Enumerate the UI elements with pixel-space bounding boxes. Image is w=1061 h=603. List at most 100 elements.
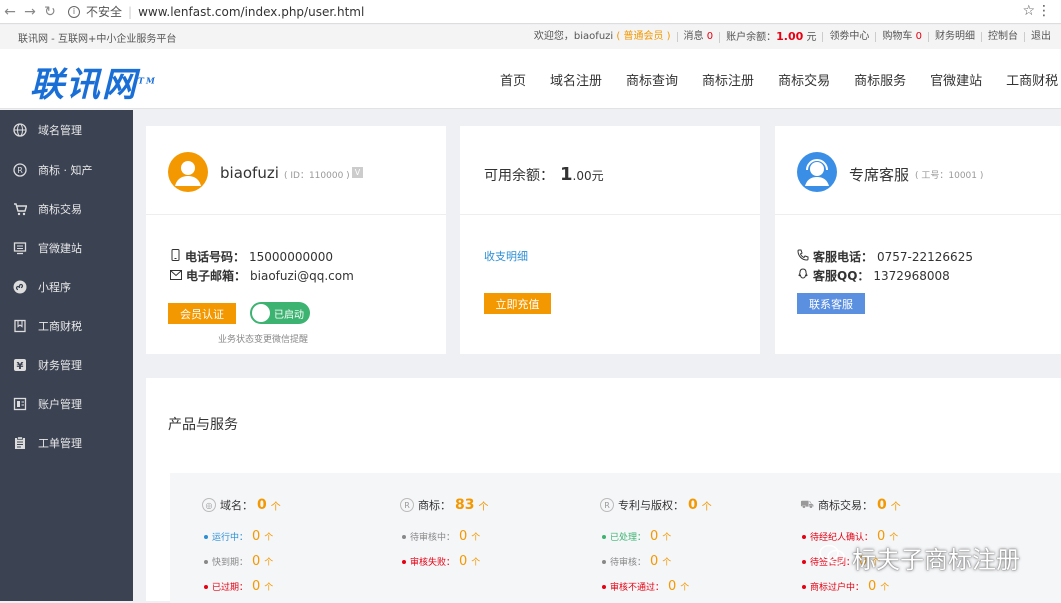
qq-icon — [797, 268, 809, 283]
cart-icon — [12, 201, 28, 217]
row-unit: 个 — [680, 583, 690, 593]
nav-trademark-search[interactable]: 商标查询 — [614, 70, 690, 89]
cart-icon: ⛟ — [800, 497, 814, 511]
user-links: 欢迎您，biaofuzi ( 普通会员 ) 消息 0 账户余额：1.00 元 领… — [528, 25, 1057, 49]
welcome-text: 欢迎您，biaofuzi ( 普通会员 ) — [528, 32, 677, 42]
product-count: 0 — [877, 497, 887, 513]
browser-menu-icon[interactable]: ⋮ — [1037, 3, 1051, 19]
address-bar[interactable]: i 不安全 | www.lenfast.com/index.php/user.h… — [68, 3, 364, 20]
sidebar-item-label: 小程序 — [38, 280, 71, 294]
site-logo[interactable]: 联讯网TM — [30, 57, 157, 106]
trademark-failed-row[interactable]: 审核失败： 0 个 — [402, 554, 480, 569]
logo-tm: TM — [138, 75, 157, 86]
card-divider — [146, 214, 446, 215]
wechat-notify-toggle[interactable]: 已启动 — [250, 302, 310, 324]
product-unit: 个 — [890, 501, 901, 513]
product-patents-header[interactable]: R 专利与版权： 0 个 — [600, 497, 712, 513]
console-link[interactable]: 控制台 — [981, 32, 1024, 42]
product-unit: 个 — [701, 501, 712, 513]
row-count: 0 — [459, 554, 468, 569]
user-card: biaofuzi ( ID：110000 ) V 电话号码： 1500000000… — [146, 126, 446, 354]
product-trade-header[interactable]: ⛟ 商标交易： 0 个 — [800, 497, 901, 513]
row-count: 0 — [650, 529, 659, 544]
nav-domain-register[interactable]: 域名注册 — [538, 70, 614, 89]
back-icon[interactable]: ← — [0, 4, 20, 20]
trade-transfer-row[interactable]: 商标过户中： 0 个 — [802, 579, 889, 594]
service-card: 专席客服 ( 工号：10001 ) 客服电话： 0757-22126625 客服Q… — [775, 126, 1061, 354]
cart-link[interactable]: 购物车 0 — [875, 32, 928, 42]
sidebar-item-label: 工商财税 — [38, 319, 82, 333]
domain-running-row[interactable]: 运行中： 0 个 — [204, 529, 273, 544]
balance-card: 可用余额： 1.00元 收支明细 立即充值 — [460, 126, 760, 354]
forward-icon[interactable]: → — [20, 4, 40, 20]
recharge-button[interactable]: 立即充值 — [484, 293, 551, 314]
nav-website-build[interactable]: 官微建站 — [918, 70, 994, 89]
status-dot — [802, 534, 806, 539]
phone-line: 电话号码： 15000000000 — [170, 248, 333, 265]
balance-int: 1 — [560, 164, 573, 185]
nav-trademark-register[interactable]: 商标注册 — [690, 70, 766, 89]
telephone-icon — [797, 249, 809, 264]
sidebar-item-business-tax[interactable]: 工商财税 — [0, 306, 133, 345]
monitor-icon — [12, 240, 28, 256]
trademark-pending-row[interactable]: 待审核中： 0 个 — [402, 529, 480, 544]
patent-processed-row[interactable]: 已处理： 0 个 — [602, 529, 671, 544]
patent-pending-row[interactable]: 待审核： 0 个 — [602, 554, 671, 569]
url-text[interactable]: www.lenfast.com/index.php/user.html — [138, 5, 364, 19]
svg-text:¥: ¥ — [17, 361, 24, 372]
bookmark-star-icon[interactable]: ☆ — [1022, 3, 1035, 19]
sidebar-item-domain[interactable]: 域名管理 — [0, 110, 133, 150]
contact-service-button[interactable]: 联系客服 — [797, 293, 865, 314]
member-verify-button[interactable]: 会员认证 — [168, 303, 236, 324]
nav-business-tax[interactable]: 工商财税 — [994, 70, 1061, 89]
user-id: ( ID：110000 ) — [284, 171, 350, 181]
product-label: 域名： — [220, 499, 253, 512]
registered-icon: R — [600, 498, 614, 512]
sidebar-item-trademark-trade[interactable]: 商标交易 — [0, 189, 133, 228]
sidebar-item-trademark-ip[interactable]: R 商标 · 知产 — [0, 150, 133, 189]
status-dot — [802, 559, 806, 564]
card-divider — [460, 214, 760, 215]
status-dot — [402, 534, 406, 539]
svg-text:R: R — [17, 166, 23, 175]
domain-expiring-row[interactable]: 快到期： 0 个 — [204, 554, 273, 569]
row-unit: 个 — [264, 583, 274, 593]
vip-badge: V — [352, 167, 363, 178]
sidebar-item-miniprogram[interactable]: 小程序 — [0, 267, 133, 306]
mail-icon — [170, 269, 182, 283]
address-divider: | — [128, 4, 133, 19]
sidebar-item-website[interactable]: 官微建站 — [0, 228, 133, 267]
row-count: 0 — [868, 579, 877, 594]
product-count: 0 — [257, 497, 267, 513]
sidebar-item-account[interactable]: 账户管理 — [0, 384, 133, 423]
service-phone-value: 0757-22126625 — [877, 249, 973, 264]
domain-expired-row[interactable]: 已过期： 0 个 — [204, 579, 273, 594]
row-count: 0 — [459, 529, 468, 544]
service-title: 专席客服 — [849, 166, 910, 184]
email-line: 电子邮箱： biaofuzi@qq.com — [170, 267, 354, 284]
sidebar-item-workorder[interactable]: 工单管理 — [0, 423, 133, 462]
logout-link[interactable]: 退出 — [1024, 32, 1057, 42]
sidebar-item-finance[interactable]: ¥ 财务管理 — [0, 345, 133, 384]
product-unit: 个 — [478, 501, 489, 513]
messages-link[interactable]: 消息 0 — [676, 32, 720, 42]
balance-link[interactable]: 账户余额：1.00 元 — [719, 31, 822, 43]
coupon-center-link[interactable]: 领劵中心 — [822, 32, 875, 42]
user-avatar — [168, 152, 208, 192]
row-unit: 个 — [662, 558, 672, 568]
row-label: 已过期： — [212, 583, 249, 593]
finance-detail-link[interactable]: 财务明细 — [928, 32, 981, 42]
product-unit: 个 — [270, 501, 281, 513]
income-expense-link[interactable]: 收支明细 — [484, 248, 528, 264]
patent-rejected-row[interactable]: 审核不通过： 0 个 — [602, 579, 689, 594]
product-trademarks-header[interactable]: R 商标： 83 个 — [400, 497, 488, 513]
balance-label: 可用余额： — [484, 168, 554, 184]
product-domains-header[interactable]: ◎ 域名： 0 个 — [202, 497, 281, 513]
info-icon[interactable]: i — [68, 5, 80, 18]
nav-trademark-trade[interactable]: 商标交易 — [766, 70, 842, 89]
nav-trademark-service[interactable]: 商标服务 — [842, 70, 918, 89]
status-dot — [602, 534, 606, 539]
topbar-username[interactable]: biaofuzi — [574, 31, 613, 42]
reload-icon[interactable]: ↻ — [40, 4, 60, 20]
nav-home[interactable]: 首页 — [488, 70, 538, 89]
